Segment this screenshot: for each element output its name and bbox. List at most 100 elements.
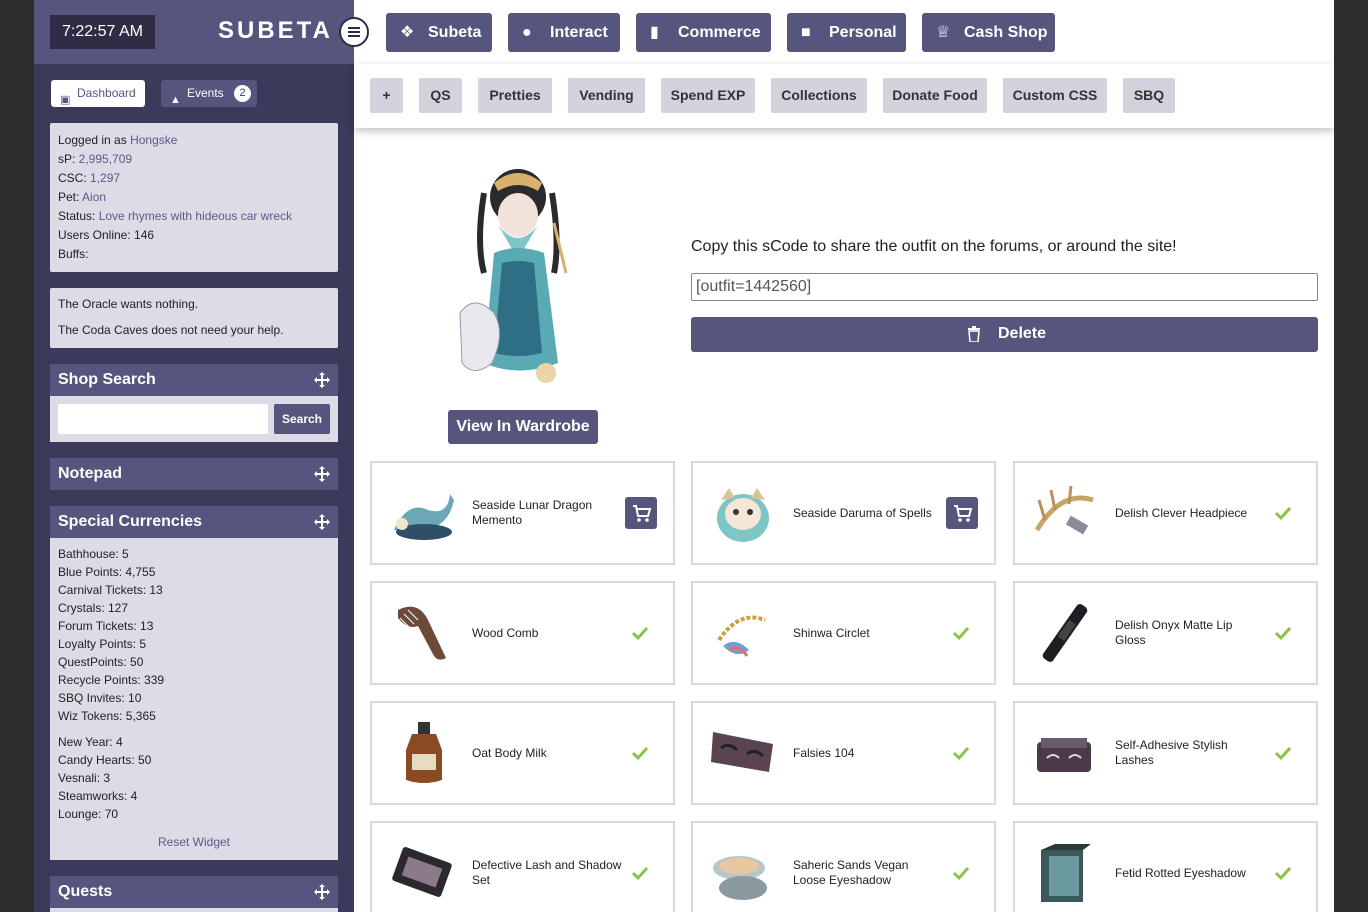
move-icon[interactable] [314,372,330,388]
item-card[interactable]: Defective Lash and Shadow Set [370,821,675,912]
quick-link-sbq[interactable]: SBQ [1123,78,1175,113]
cart-icon [954,505,973,522]
status-link[interactable]: Love rhymes with hideous car wreck [99,209,292,223]
item-name: Delish Clever Headpiece [1115,505,1248,520]
tab-events-label: Events [187,86,224,100]
quick-link-custom-css[interactable]: Custom CSS [1003,78,1107,113]
seasonal-currency-item: Vesnali: 3 [58,771,111,785]
logged-in-label: Logged in as [58,133,131,147]
shop-search-input[interactable] [58,404,268,434]
check-icon [952,866,970,881]
item-name: Self-Adhesive Stylish Lashes [1115,738,1228,767]
quick-link-vending[interactable]: Vending [568,78,645,113]
currency-item: Crystals: 127 [58,601,129,615]
item-name: Seaside Daruma of Spells [793,505,932,520]
delete-button[interactable]: Delete [691,317,1318,352]
wood-comb-image [398,606,446,660]
special-currencies-header: Special Currencies [50,506,338,538]
users-online: Users Online: 146 [58,228,155,242]
sidebar-header: 7:22:57 AM SUBETA [34,0,354,64]
item-card[interactable]: Delish Onyx Matte Lip Gloss [1013,581,1318,685]
move-icon[interactable] [314,466,330,482]
top-navigation: ❖ Subeta ● Interact ▮ Commerce ■ Persona… [354,0,1334,64]
item-name: Fetid Rotted Eyeshadow [1115,865,1246,880]
cart-icon [633,505,652,522]
nav-personal[interactable]: ■ Personal [787,13,906,52]
quick-link-spend-exp[interactable]: Spend EXP [661,78,755,113]
special-currencies-title: Special Currencies [58,513,203,530]
check-icon [1274,866,1292,881]
seasonal-currency-item: New Year: 4 [58,735,123,749]
quick-link-donate-food[interactable]: Donate Food [883,78,987,113]
site-logo[interactable]: SUBETA [218,17,333,45]
nav-commerce[interactable]: ▮ Commerce [636,13,771,52]
tab-events[interactable]: ▲ Events 2 [161,80,257,107]
item-name: Wood Comb [472,625,539,640]
nav-interact[interactable]: ● Interact [508,13,620,52]
check-icon [1274,506,1292,521]
shop-search-button[interactable]: Search [274,404,330,434]
item-card[interactable]: Wood Comb [370,581,675,685]
quick-link-collections[interactable]: Collections [771,78,867,113]
item-card[interactable]: Seaside Daruma of Spells [691,461,996,565]
scode-instructions: Copy this sCode to share the outfit on t… [691,238,1177,255]
item-name: Falsies 104 [793,745,855,760]
item-card[interactable]: Fetid Rotted Eyeshadow [1013,821,1318,912]
sidebar: 7:22:57 AM SUBETA ▣ Dashboard ▲ Events 2… [34,0,354,912]
nav-personal-label: Personal [829,24,897,41]
move-icon[interactable] [314,884,330,900]
falsies-image [711,732,773,772]
view-in-wardrobe-button[interactable]: View In Wardrobe [448,410,598,444]
hamburger-menu-icon[interactable] [339,17,369,47]
item-card[interactable]: Delish Clever Headpiece [1013,461,1318,565]
nav-cash-shop[interactable]: ♕ Cash Shop [922,13,1055,52]
item-card[interactable]: Oat Body Milk [370,701,675,805]
notices-panel: The Oracle wants nothing. The Coda Caves… [50,288,338,348]
crown-icon: ♕ [936,24,951,41]
item-card[interactable]: Seaside Lunar Dragon Memento [370,461,675,565]
buy-button[interactable] [946,497,978,529]
seasonal-currency-item: Lounge: 70 [58,807,119,821]
trash-icon [968,326,980,342]
chat-bubbles-icon: ● [522,24,532,41]
check-icon [1274,746,1292,761]
nav-subeta[interactable]: ❖ Subeta [386,13,492,52]
quests-header[interactable]: Quests [50,876,338,908]
quick-link-add[interactable]: + [370,78,403,113]
currency-item: QuestPoints: 50 [58,655,144,669]
shop-search-title: Shop Search [58,371,156,388]
sp-label: sP: [58,152,79,166]
user-info-panel: Logged in as Hongske sP: 2,995,709 CSC: … [50,123,338,272]
quick-link-qs[interactable]: QS [419,78,462,113]
currency-item: Bathhouse: 5 [58,547,129,561]
item-card[interactable]: Self-Adhesive Stylish Lashes [1013,701,1318,805]
pet-link[interactable]: Aion [82,190,106,204]
item-card[interactable]: Falsies 104 [691,701,996,805]
seasonal-currency-item: Candy Hearts: 50 [58,753,152,767]
check-icon [631,626,649,641]
check-icon [631,866,649,881]
item-name: Delish Onyx Matte Lip Gloss [1115,618,1233,647]
move-icon[interactable] [314,514,330,530]
check-icon [631,746,649,761]
nav-cash-shop-label: Cash Shop [964,24,1048,41]
username-link[interactable]: Hongske [130,133,177,147]
csc-value[interactable]: 1,297 [90,171,120,185]
item-card[interactable]: Shinwa Circlet [691,581,996,685]
scode-field[interactable] [691,273,1318,301]
reset-widget-link[interactable]: Reset Widget [50,835,338,849]
eyeshadow-jar-image [713,856,767,900]
quick-link-pretties[interactable]: Pretties [478,78,552,113]
buy-button[interactable] [625,497,657,529]
quick-links-bar: + QS Pretties Vending Spend EXP Collecti… [354,64,1334,128]
item-card[interactable]: Saheric Sands Vegan Loose Eyeshadow [691,821,996,912]
notepad-header[interactable]: Notepad [50,458,338,490]
sp-value[interactable]: 2,995,709 [79,152,132,166]
quests-body [50,908,338,912]
page: 7:22:57 AM SUBETA ▣ Dashboard ▲ Events 2… [34,0,1334,912]
currency-item: Wiz Tokens: 5,365 [58,709,156,723]
delete-button-label: Delete [998,325,1047,342]
currency-item: Forum Tickets: 13 [58,619,154,633]
tab-dashboard[interactable]: ▣ Dashboard [51,80,145,107]
lash-shadow-set-image [392,847,452,897]
